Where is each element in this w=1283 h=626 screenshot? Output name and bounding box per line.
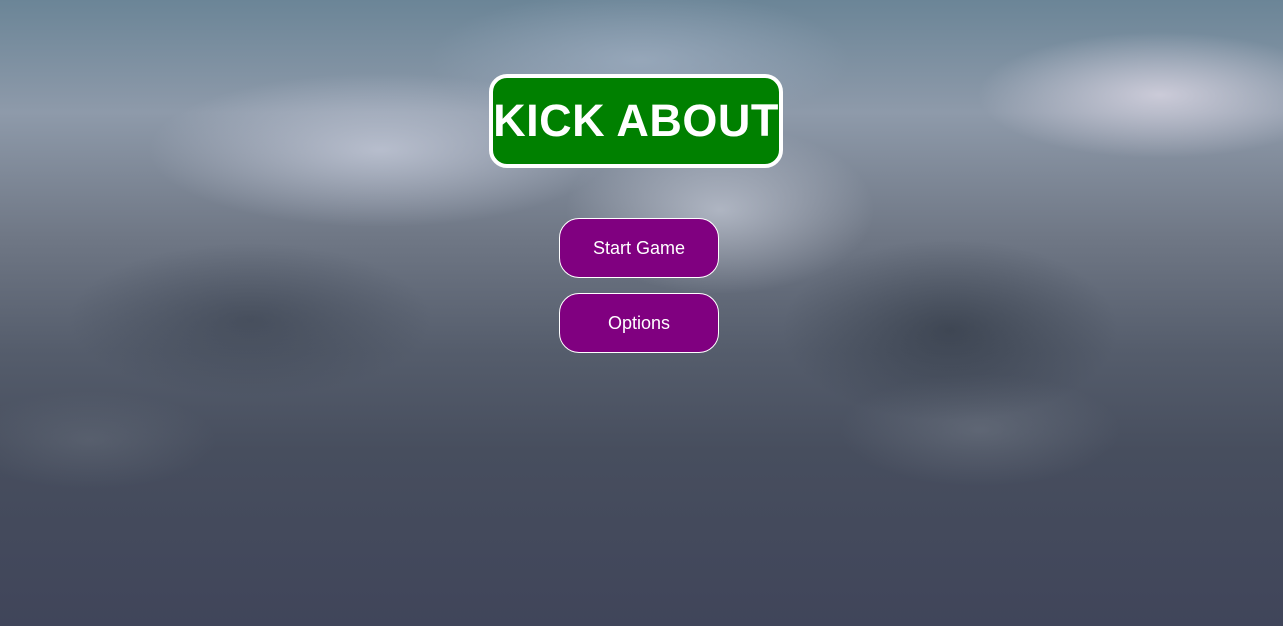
start-game-label: Start Game bbox=[592, 237, 686, 258]
game-title-badge: KICK ABOUT bbox=[489, 74, 783, 168]
game-title: KICK ABOUT bbox=[493, 95, 779, 146]
options-label: Options bbox=[607, 312, 671, 333]
options-button[interactable]: Options bbox=[559, 293, 719, 353]
start-game-button[interactable]: Start Game bbox=[559, 218, 719, 278]
